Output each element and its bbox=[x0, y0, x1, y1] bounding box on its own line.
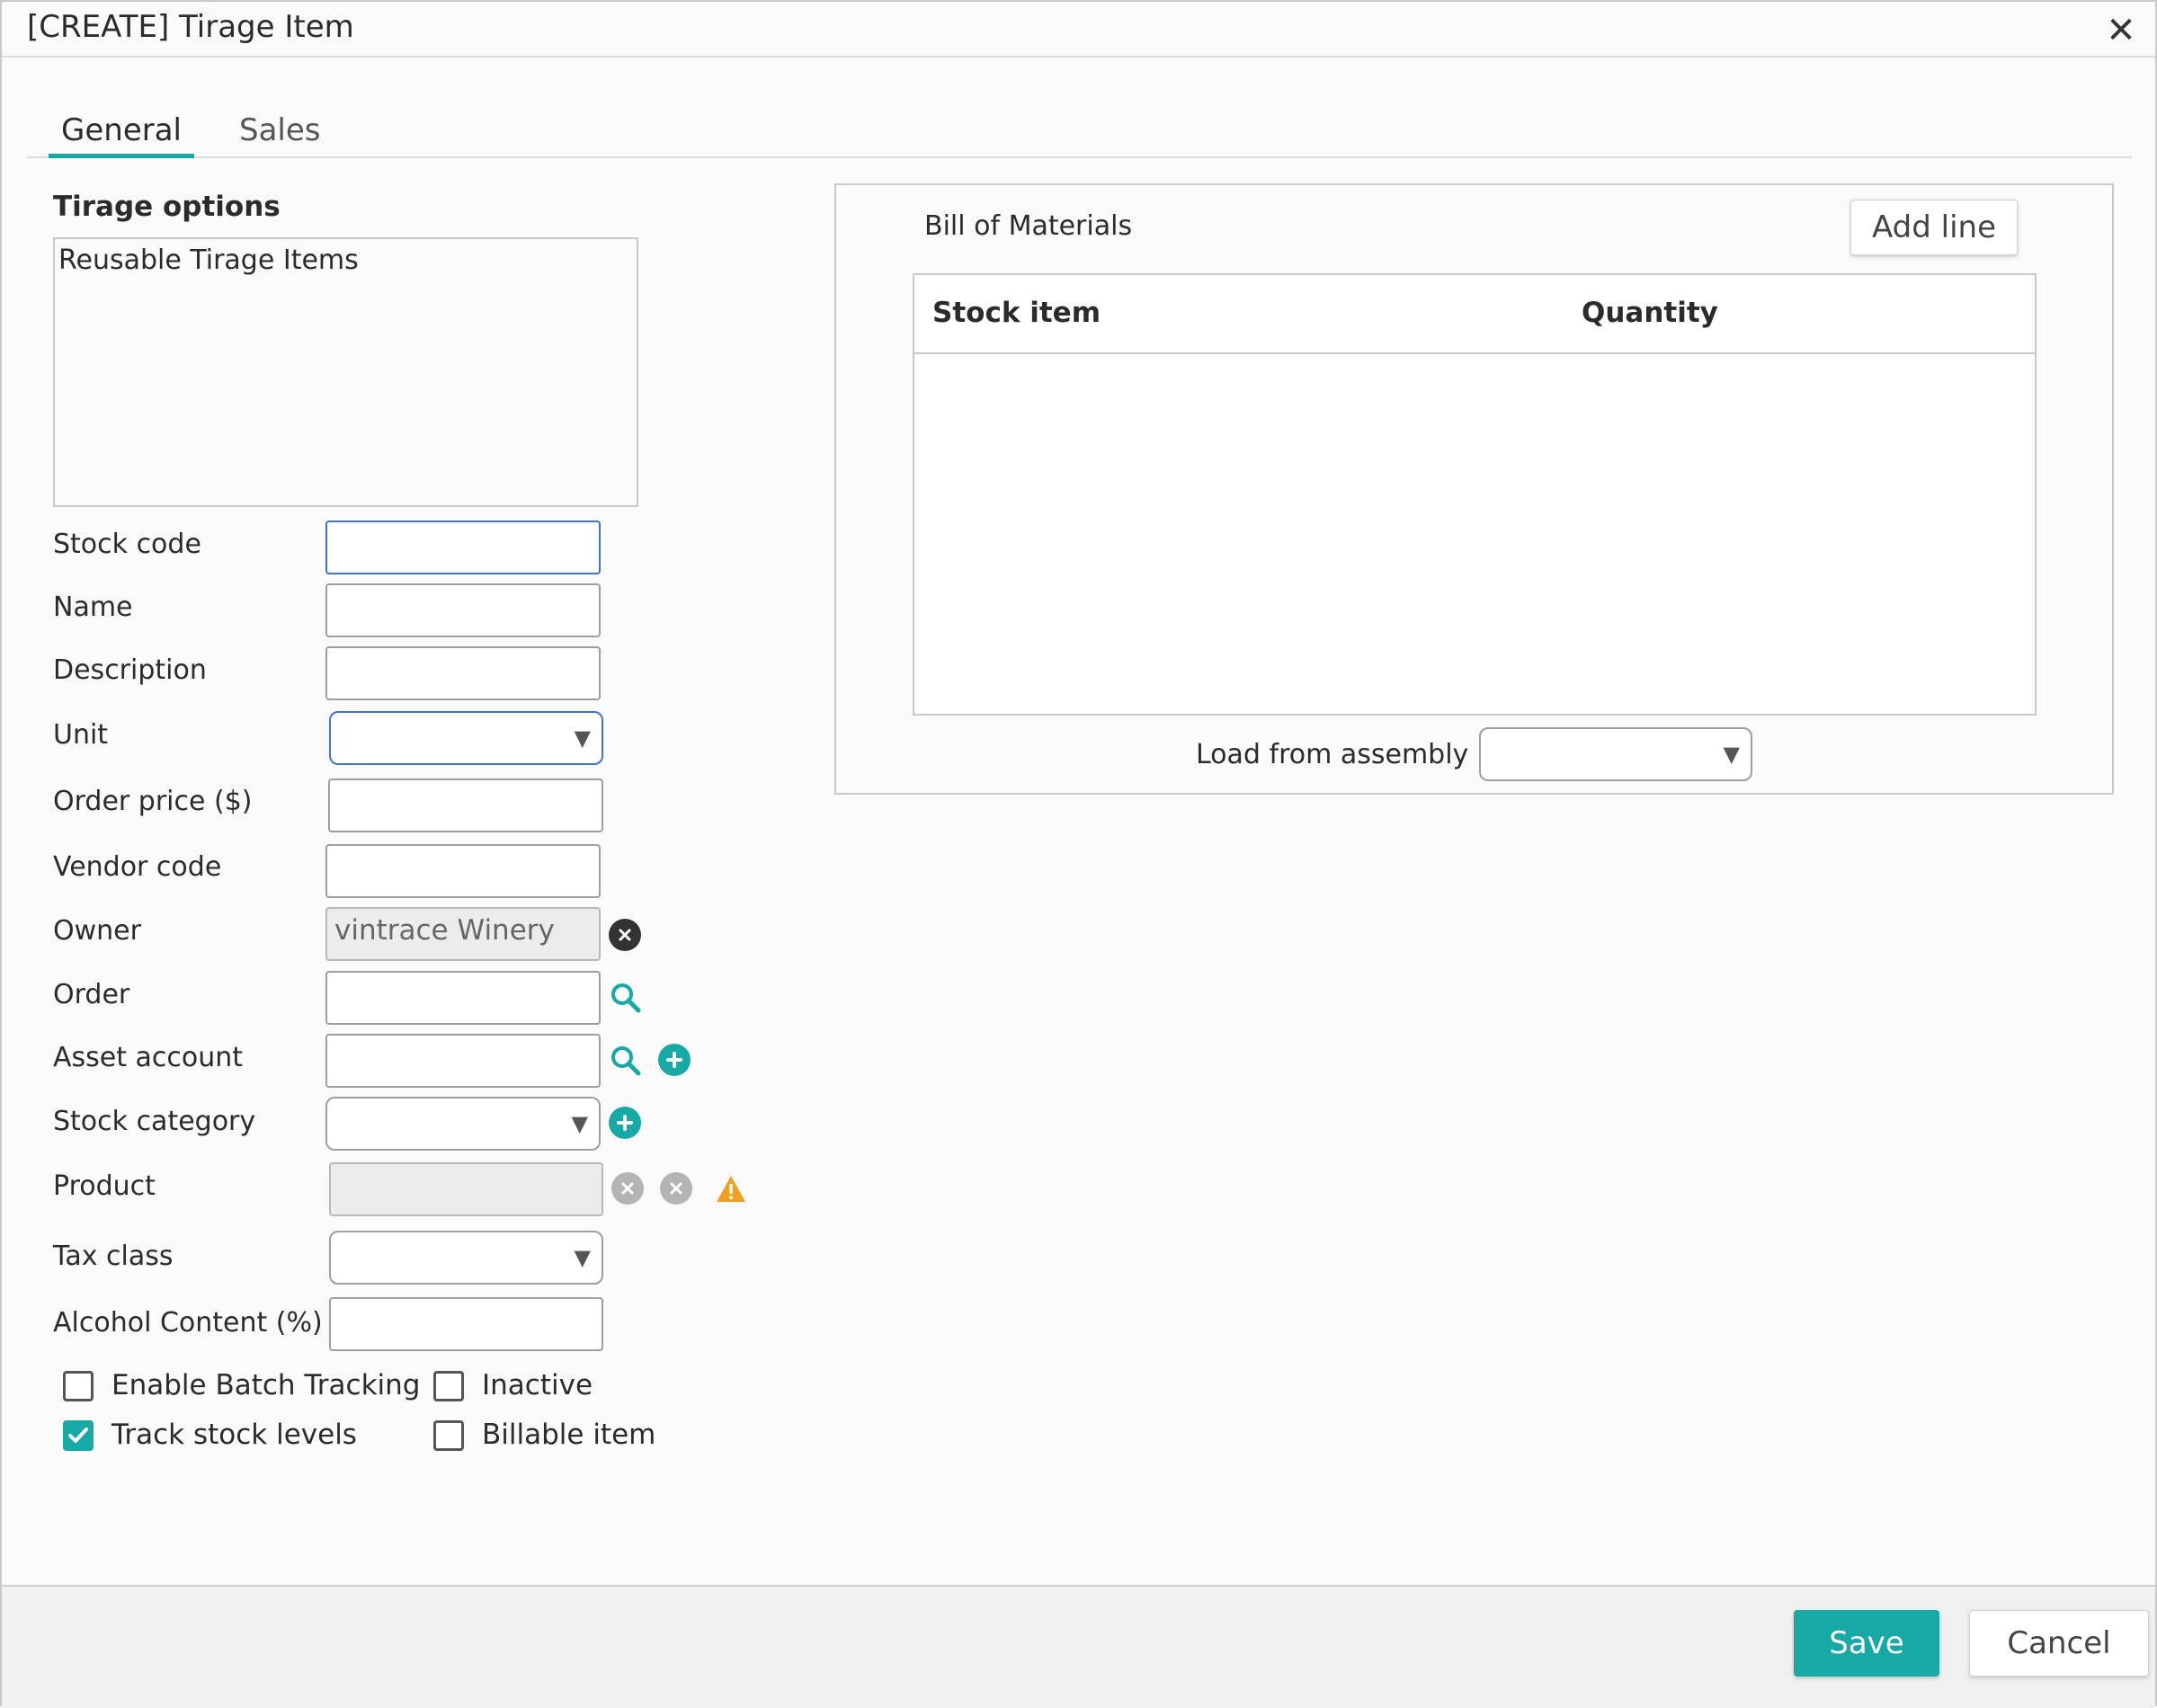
order-price-label: Order price ($) bbox=[53, 786, 253, 817]
load-from-assembly-label: Load from assembly bbox=[1196, 739, 1469, 770]
load-from-assembly-select[interactable]: ▼ bbox=[1479, 727, 1752, 781]
chevron-down-icon: ▼ bbox=[571, 1111, 588, 1136]
column-stock-item[interactable]: Stock item bbox=[932, 297, 1101, 329]
order-search-icon[interactable] bbox=[608, 980, 644, 1016]
owner-label: Owner bbox=[53, 915, 141, 947]
add-asset-account-icon[interactable] bbox=[658, 1044, 691, 1076]
add-line-button[interactable]: Add line bbox=[1850, 200, 2018, 255]
billable-item-label: Billable item bbox=[482, 1419, 656, 1451]
dialog-titlebar: [CREATE] Tirage Item ✕ bbox=[2, 2, 2155, 58]
save-button[interactable]: Save bbox=[1794, 1610, 1939, 1677]
tax-class-select[interactable]: ▼ bbox=[329, 1231, 603, 1285]
clear-owner-icon[interactable] bbox=[609, 919, 641, 951]
dialog-footer: Save Cancel bbox=[2, 1585, 2155, 1708]
enable-batch-tracking-checkbox[interactable] bbox=[63, 1371, 94, 1401]
remove-product-icon[interactable] bbox=[660, 1172, 692, 1205]
stock-code-label: Stock code bbox=[53, 529, 201, 560]
dialog-title: [CREATE] Tirage Item bbox=[27, 9, 354, 45]
list-item[interactable]: Reusable Tirage Items bbox=[55, 239, 637, 281]
alcohol-content-label: Alcohol Content (%) bbox=[53, 1307, 323, 1339]
billable-item-checkbox[interactable] bbox=[433, 1420, 464, 1451]
stock-code-input[interactable] bbox=[325, 520, 601, 574]
unit-label: Unit bbox=[53, 719, 109, 751]
tax-class-label: Tax class bbox=[53, 1241, 174, 1272]
track-stock-levels-checkbox[interactable] bbox=[63, 1420, 94, 1451]
description-label: Description bbox=[53, 654, 207, 686]
asset-account-search-icon[interactable] bbox=[608, 1043, 644, 1079]
product-label: Product bbox=[53, 1170, 156, 1202]
bill-of-materials-panel: Bill of Materials Add line Stock item Qu… bbox=[834, 183, 2114, 795]
cancel-button[interactable]: Cancel bbox=[1969, 1610, 2149, 1677]
order-price-input[interactable] bbox=[328, 778, 603, 832]
product-input bbox=[329, 1162, 603, 1216]
tab-bar: General Sales bbox=[27, 108, 2132, 158]
bom-table-header: Stock item Quantity bbox=[914, 275, 2035, 354]
chevron-down-icon: ▼ bbox=[574, 725, 591, 751]
inactive-label: Inactive bbox=[482, 1369, 593, 1401]
stock-category-label: Stock category bbox=[53, 1106, 256, 1137]
vendor-code-input[interactable] bbox=[325, 844, 601, 898]
unit-select[interactable]: ▼ bbox=[329, 711, 603, 765]
create-tirage-item-dialog: [CREATE] Tirage Item ✕ General Sales Tir… bbox=[0, 0, 2157, 1708]
asset-account-label: Asset account bbox=[53, 1042, 244, 1073]
tirage-options-listbox[interactable]: Reusable Tirage Items bbox=[53, 237, 638, 507]
clear-product-icon[interactable] bbox=[611, 1172, 644, 1205]
warning-icon bbox=[717, 1176, 745, 1202]
add-stock-category-icon[interactable] bbox=[609, 1107, 641, 1139]
owner-input: vintrace Winery bbox=[325, 907, 601, 961]
chevron-down-icon: ▼ bbox=[574, 1245, 591, 1270]
track-stock-levels-label: Track stock levels bbox=[111, 1419, 357, 1451]
close-icon[interactable]: ✕ bbox=[2103, 13, 2139, 49]
vendor-code-label: Vendor code bbox=[53, 851, 222, 883]
chevron-down-icon: ▼ bbox=[1723, 742, 1740, 767]
column-quantity[interactable]: Quantity bbox=[1582, 297, 1718, 329]
enable-batch-tracking-label: Enable Batch Tracking bbox=[111, 1369, 421, 1401]
name-input[interactable] bbox=[325, 583, 601, 637]
order-input[interactable] bbox=[325, 971, 601, 1025]
tab-sales[interactable]: Sales bbox=[227, 108, 334, 158]
bom-title: Bill of Materials bbox=[924, 210, 1133, 242]
checkmark-icon bbox=[68, 1428, 88, 1443]
stock-category-select[interactable]: ▼ bbox=[325, 1097, 601, 1151]
name-label: Name bbox=[53, 592, 133, 623]
order-label: Order bbox=[53, 979, 130, 1010]
alcohol-content-input[interactable] bbox=[329, 1297, 603, 1351]
bom-table: Stock item Quantity bbox=[913, 273, 2037, 716]
description-input[interactable] bbox=[325, 646, 601, 700]
asset-account-input[interactable] bbox=[325, 1034, 601, 1088]
tirage-options-title: Tirage options bbox=[53, 191, 281, 223]
inactive-checkbox[interactable] bbox=[433, 1371, 464, 1401]
tab-general[interactable]: General bbox=[49, 108, 194, 158]
